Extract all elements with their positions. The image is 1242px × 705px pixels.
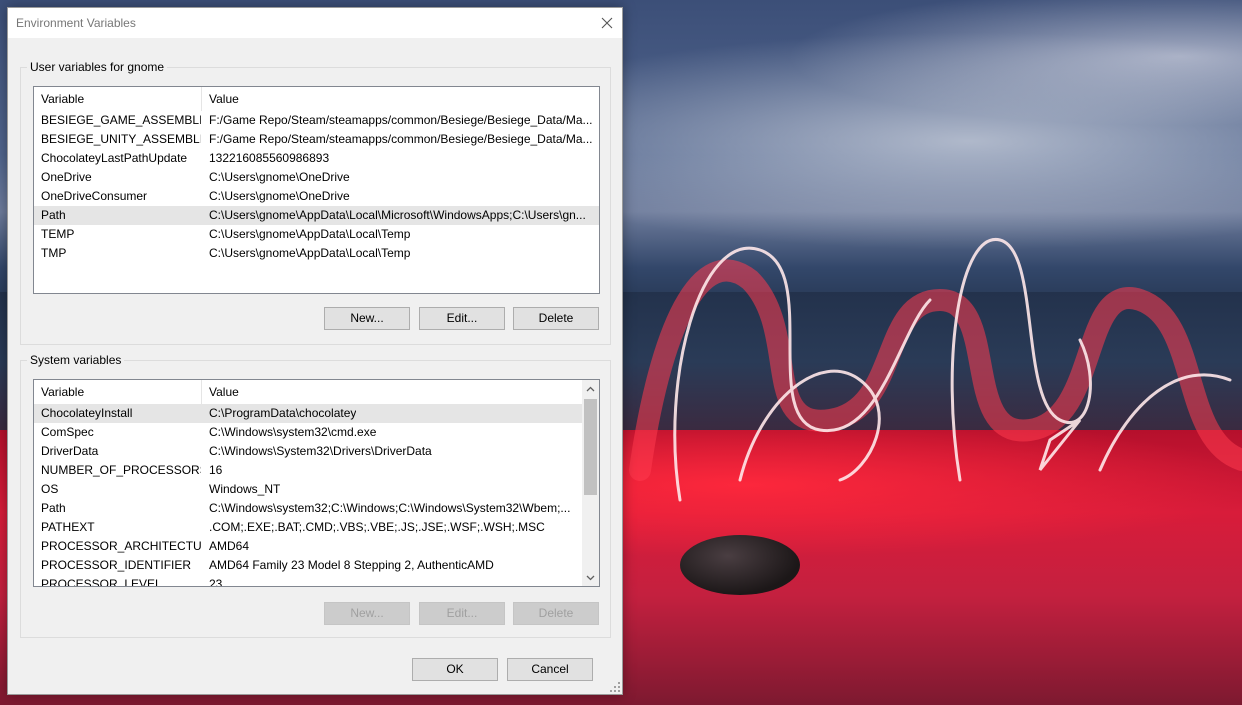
variable-value: .COM;.EXE;.BAT;.CMD;.VBS;.VBE;.JS;.JSE;.…: [209, 520, 545, 534]
variable-value: C:\Windows\system32\cmd.exe: [209, 425, 377, 439]
close-button[interactable]: [592, 8, 622, 38]
variable-value: F:/Game Repo/Steam/steamapps/common/Besi…: [209, 113, 593, 127]
variable-name: NUMBER_OF_PROCESSORS: [41, 463, 201, 477]
table-row[interactable]: Path C:\Users\gnome\AppData\Local\Microso…: [34, 206, 599, 225]
ok-button[interactable]: OK: [412, 658, 498, 681]
variable-name: TEMP: [41, 227, 75, 241]
table-row[interactable]: BESIEGE_GAME_ASSEMBLIES F:/Game Repo/Stea…: [34, 111, 599, 130]
table-row[interactable]: BESIEGE_UNITY_ASSEMBLIES F:/Game Repo/Ste…: [34, 130, 599, 149]
table-row[interactable]: PATHEXT .COM;.EXE;.BAT;.CMD;.VBS;.VBE;.JS…: [34, 518, 582, 537]
variable-value: C:\Users\gnome\AppData\Local\Temp: [209, 227, 411, 241]
cancel-button[interactable]: Cancel: [507, 658, 593, 681]
variable-value: C:\Users\gnome\OneDrive: [209, 189, 350, 203]
close-icon: [601, 17, 613, 29]
variable-name: BESIEGE_GAME_ASSEMBLIES: [41, 113, 201, 127]
resize-grip-icon[interactable]: [610, 682, 620, 692]
vertical-scrollbar[interactable]: [582, 380, 599, 586]
variable-name: OS: [41, 482, 59, 496]
table-row[interactable]: ChocolateyInstall C:\ProgramData\chocolat…: [34, 404, 582, 423]
user-variables-group: User variables for gnome Variable Value …: [20, 60, 611, 345]
user-variables-group-label: User variables for gnome: [27, 60, 168, 74]
table-row[interactable]: ComSpec C:\Windows\system32\cmd.exe: [34, 423, 582, 442]
variable-name: OneDriveConsumer: [41, 189, 148, 203]
table-row[interactable]: TEMP C:\Users\gnome\AppData\Local\Temp: [34, 225, 599, 244]
variable-name: PROCESSOR_IDENTIFIER: [41, 558, 192, 572]
variable-name: DriverData: [41, 444, 99, 458]
system-edit-button[interactable]: Edit...: [419, 602, 505, 625]
variable-value: C:\Windows\System32\Drivers\DriverData: [209, 444, 432, 458]
variable-name: OneDrive: [41, 170, 92, 184]
environment-variables-dialog: Environment Variables User variables for…: [7, 7, 623, 695]
variable-value: C:\ProgramData\chocolatey: [209, 406, 357, 420]
variable-name: PROCESSOR_ARCHITECTURE: [41, 539, 201, 553]
scrollbar-thumb[interactable]: [584, 399, 597, 495]
chevron-up-icon: [586, 386, 595, 391]
variable-value: 23: [209, 577, 223, 587]
variable-name: BESIEGE_UNITY_ASSEMBLIES: [41, 132, 201, 146]
scroll-up-button[interactable]: [582, 380, 599, 397]
user-new-button[interactable]: New...: [324, 307, 410, 330]
variable-value: C:\Users\gnome\AppData\Local\Temp: [209, 246, 411, 260]
user-delete-button[interactable]: Delete: [513, 307, 599, 330]
variable-name: ChocolateyInstall: [41, 406, 133, 420]
table-row[interactable]: OneDrive C:\Users\gnome\OneDrive: [34, 168, 599, 187]
table-row[interactable]: Path C:\Windows\system32;C:\Windows;C:\Wi…: [34, 499, 582, 518]
table-row[interactable]: OneDriveConsumer C:\Users\gnome\OneDrive: [34, 187, 599, 206]
scroll-down-button[interactable]: [582, 569, 599, 586]
system-variables-group-label: System variables: [27, 353, 125, 367]
system-new-button[interactable]: New...: [324, 602, 410, 625]
variable-value: AMD64: [209, 539, 250, 553]
variable-name: ComSpec: [41, 425, 94, 439]
system-variables-group: System variables Variable Value Chocolat…: [20, 353, 611, 638]
variable-name: Path: [41, 501, 66, 515]
variable-value: C:\Users\gnome\AppData\Local\Microsoft\W…: [209, 208, 586, 222]
variable-value: C:\Users\gnome\OneDrive: [209, 170, 350, 184]
column-header-variable[interactable]: Variable: [34, 87, 202, 111]
variable-name: PATHEXT: [41, 520, 95, 534]
chevron-down-icon: [586, 575, 595, 580]
variable-value: 16: [209, 463, 223, 477]
variable-value: Windows_NT: [209, 482, 281, 496]
table-row[interactable]: NUMBER_OF_PROCESSORS 16: [34, 461, 582, 480]
column-header-variable[interactable]: Variable: [34, 380, 202, 404]
window-title: Environment Variables: [16, 16, 136, 30]
variable-value: C:\Windows\system32;C:\Windows;C:\Window…: [209, 501, 571, 515]
table-row[interactable]: DriverData C:\Windows\System32\Drivers\Dr…: [34, 442, 582, 461]
user-edit-button[interactable]: Edit...: [419, 307, 505, 330]
variable-name: PROCESSOR_LEVEL: [41, 577, 162, 587]
variable-name: ChocolateyLastPathUpdate: [41, 151, 188, 165]
title-bar: Environment Variables: [8, 8, 622, 38]
table-row[interactable]: PROCESSOR_LEVEL 23: [34, 575, 582, 587]
table-row[interactable]: TMP C:\Users\gnome\AppData\Local\Temp: [34, 244, 599, 263]
system-delete-button[interactable]: Delete: [513, 602, 599, 625]
table-row[interactable]: OS Windows_NT: [34, 480, 582, 499]
table-row[interactable]: ChocolateyLastPathUpdate 1322160855609868…: [34, 149, 599, 168]
variable-name: TMP: [41, 246, 67, 260]
user-variables-list[interactable]: Variable Value BESIEGE_GAME_ASSEMBLIES F:…: [33, 86, 600, 294]
list-header: Variable Value: [34, 380, 582, 405]
table-row[interactable]: PROCESSOR_ARCHITECTURE AMD64: [34, 537, 582, 556]
variable-value: AMD64 Family 23 Model 8 Stepping 2, Auth…: [209, 558, 494, 572]
column-header-value[interactable]: Value: [202, 380, 582, 404]
variable-name: Path: [41, 208, 66, 222]
variable-value: F:/Game Repo/Steam/steamapps/common/Besi…: [209, 132, 593, 146]
column-header-value[interactable]: Value: [202, 87, 599, 111]
variable-value: 132216085560986893: [209, 151, 330, 165]
list-header: Variable Value: [34, 87, 599, 112]
table-row[interactable]: PROCESSOR_IDENTIFIER AMD64 Family 23 Mode…: [34, 556, 582, 575]
system-variables-list[interactable]: Variable Value ChocolateyInstall C:\Progr…: [33, 379, 600, 587]
